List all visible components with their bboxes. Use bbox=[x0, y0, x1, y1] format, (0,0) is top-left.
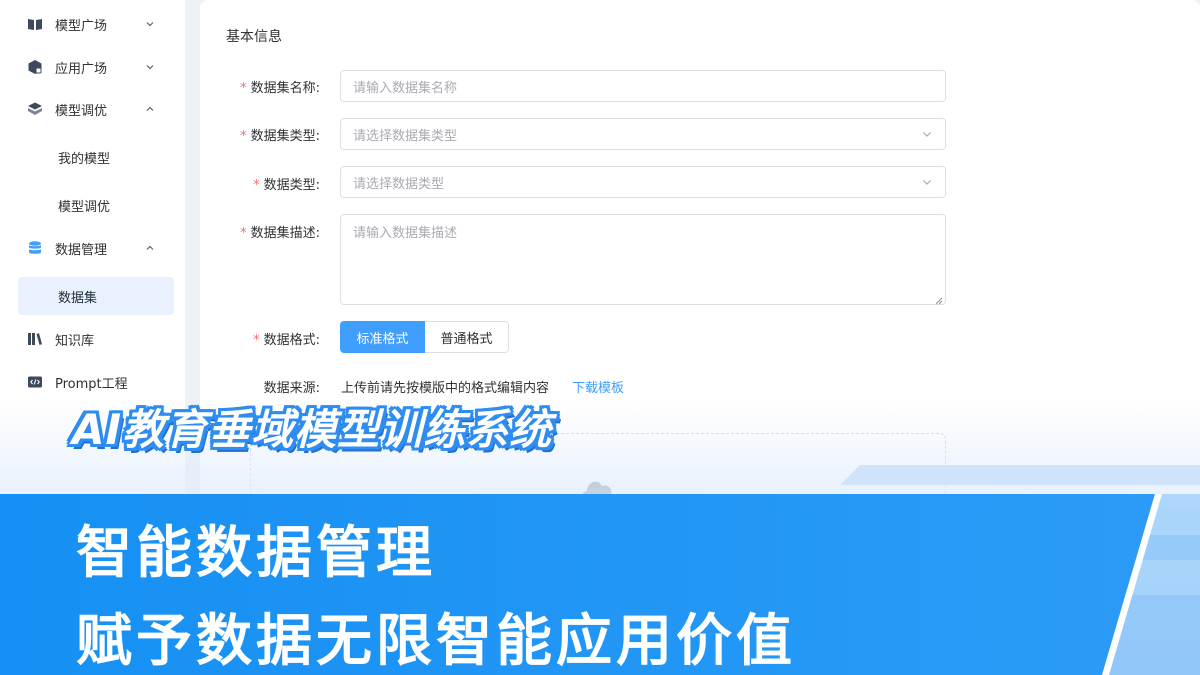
sidebar-item-model-tuning[interactable]: 模型调优 bbox=[18, 90, 174, 128]
sidebar-item-label: Prompt工程 bbox=[55, 376, 128, 392]
placeholder-text: 请选择数据集类型 bbox=[353, 128, 458, 144]
chevron-up-icon bbox=[144, 103, 156, 115]
sidebar-item-label: 模型广场 bbox=[55, 18, 108, 34]
cube-icon bbox=[27, 101, 43, 117]
standard-format-button[interactable]: 标准格式 bbox=[340, 321, 425, 353]
chevron-down-icon bbox=[144, 18, 156, 30]
label-text: 数据格式: bbox=[263, 333, 320, 348]
required-mark: * bbox=[240, 81, 247, 96]
sidebar-item-label: 我的模型 bbox=[58, 151, 111, 167]
sidebar-item-data-management[interactable]: 数据管理 bbox=[18, 229, 174, 267]
dataset-name-input[interactable]: 请输入数据集名称 bbox=[340, 70, 946, 102]
sidebar-item-my-models[interactable]: 我的模型 bbox=[18, 138, 174, 176]
chevron-up-icon bbox=[144, 242, 156, 254]
sidebar-item-label: 数据集 bbox=[58, 290, 98, 306]
book-icon bbox=[27, 16, 43, 32]
dataset-desc-textarea[interactable]: 请输入数据集描述 bbox=[340, 214, 946, 305]
library-icon bbox=[27, 331, 43, 347]
dataset-type-label: * 数据集类型: bbox=[200, 125, 320, 144]
chevron-down-icon bbox=[921, 128, 933, 140]
sidebar-item-label: 知识库 bbox=[55, 333, 95, 349]
required-mark: * bbox=[240, 129, 247, 144]
sidebar-item-model-square[interactable]: 模型广场 bbox=[18, 5, 174, 43]
code-icon bbox=[27, 374, 43, 390]
required-mark: * bbox=[253, 178, 260, 193]
sidebar-item-knowledge-base[interactable]: 知识库 bbox=[18, 320, 174, 358]
banner-subtitle: 赋予数据无限智能应用价值 bbox=[76, 609, 796, 674]
label-text: 数据类型: bbox=[263, 178, 320, 193]
placeholder-text: 请输入数据集名称 bbox=[353, 80, 458, 96]
app-store-icon bbox=[27, 59, 43, 75]
sidebar-item-dataset[interactable]: 数据集 bbox=[18, 277, 174, 315]
headline-title: AI教育垂域模型训练系统 bbox=[72, 405, 553, 454]
dataset-name-label: * 数据集名称: bbox=[200, 77, 320, 96]
placeholder-text: 请输入数据集描述 bbox=[353, 226, 458, 241]
sidebar-item-model-tuning-sub[interactable]: 模型调优 bbox=[18, 186, 174, 224]
section-title: 基本信息 bbox=[226, 29, 282, 45]
data-type-select[interactable]: 请选择数据类型 bbox=[340, 166, 946, 198]
dataset-type-select[interactable]: 请选择数据集类型 bbox=[340, 118, 946, 150]
data-source-label: 数据来源: bbox=[263, 381, 320, 396]
sidebar-item-label: 数据管理 bbox=[55, 242, 108, 258]
sidebar-item-app-square[interactable]: 应用广场 bbox=[18, 48, 174, 86]
data-format-label: * 数据格式: bbox=[200, 329, 320, 348]
label-text: 数据集类型: bbox=[250, 129, 320, 144]
chevron-down-icon bbox=[144, 61, 156, 73]
normal-format-button[interactable]: 普通格式 bbox=[425, 321, 509, 353]
sidebar-item-label: 应用广场 bbox=[55, 61, 108, 77]
chevron-down-icon bbox=[921, 176, 933, 188]
sidebar-item-label: 模型调优 bbox=[55, 103, 108, 119]
data-type-label: * 数据类型: bbox=[200, 174, 320, 193]
resize-handle-icon[interactable] bbox=[935, 294, 943, 305]
placeholder-text: 请选择数据类型 bbox=[353, 176, 445, 192]
banner-title: 智能数据管理 bbox=[76, 521, 436, 586]
sidebar-item-label: 模型调优 bbox=[58, 199, 111, 215]
required-mark: * bbox=[240, 226, 247, 241]
required-mark: * bbox=[253, 333, 260, 348]
download-template-link[interactable]: 下载模板 bbox=[572, 377, 624, 396]
label-text: 数据集名称: bbox=[250, 81, 320, 96]
database-icon bbox=[27, 240, 43, 256]
label-text: 数据集描述: bbox=[250, 226, 320, 241]
dataset-desc-label: * 数据集描述: bbox=[200, 222, 320, 241]
data-source-hint: 上传前请先按模版中的格式编辑内容 bbox=[341, 381, 550, 396]
